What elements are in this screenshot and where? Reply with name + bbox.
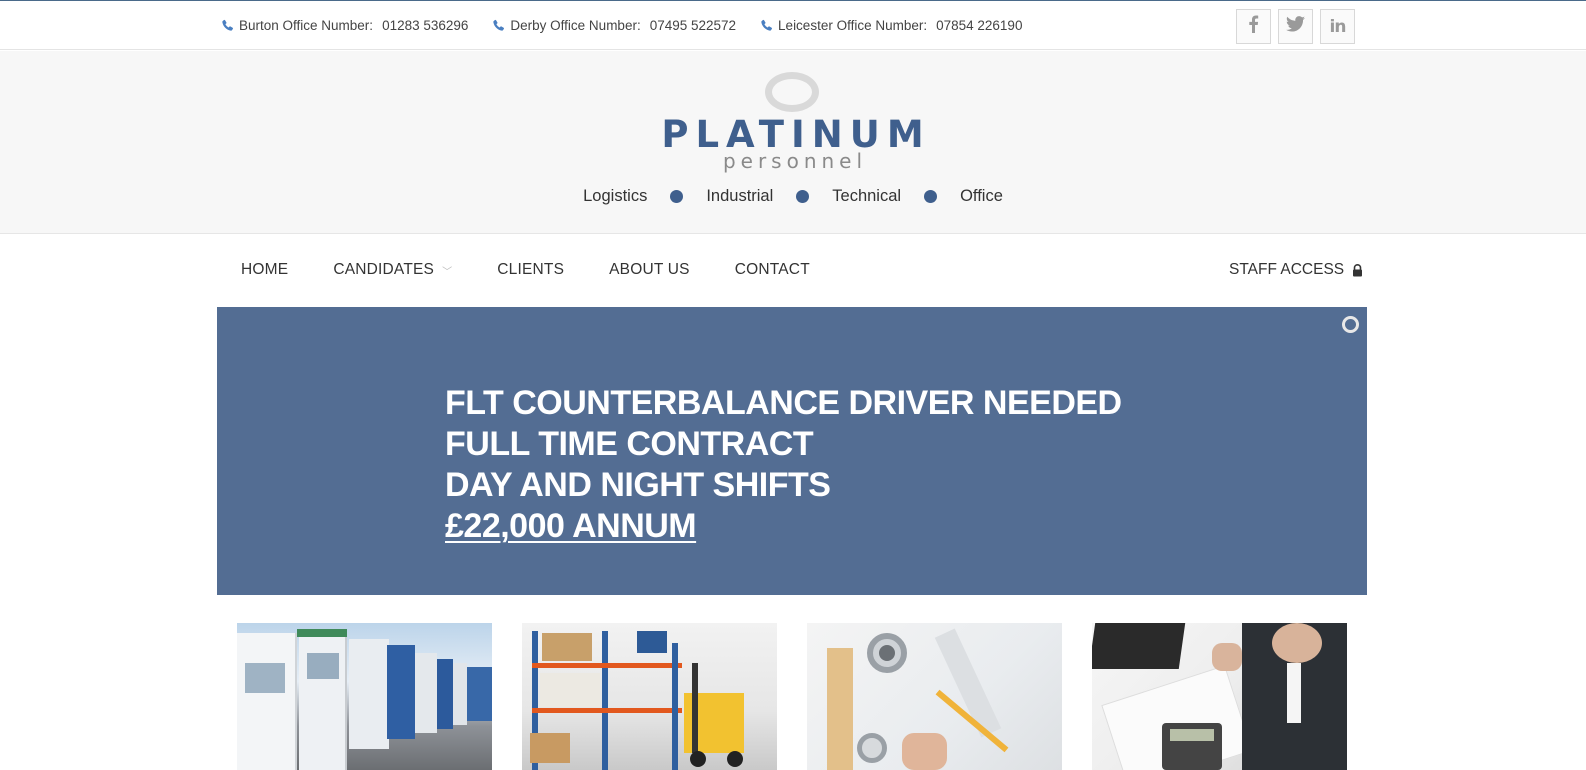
bullet-dot-icon	[796, 190, 810, 203]
phone-icon	[493, 19, 505, 31]
phone-leicester[interactable]: Leicester Office Number: 07854 226190	[760, 18, 1022, 33]
office-business-image[interactable]	[1092, 623, 1347, 770]
banner-text: FLT COUNTERBALANCE DRIVER NEEDED FULL TI…	[445, 383, 1122, 547]
phone-icon	[222, 19, 233, 31]
main-nav: HOME CANDIDATES ﹀ CLIENTS ABOUT US CONTAC…	[0, 235, 1586, 305]
phone-number: 07854 226190	[936, 18, 1023, 33]
hero-banner[interactable]: FLT COUNTERBALANCE DRIVER NEEDED FULL TI…	[217, 307, 1367, 595]
banner-line: FULL TIME CONTRACT	[445, 425, 814, 463]
loading-spinner-icon	[1342, 316, 1359, 333]
twitter-icon	[1286, 16, 1305, 37]
office-phone-list: Burton Office Number: 01283 536296 Derby…	[221, 18, 1022, 33]
nav-label: CANDIDATES	[333, 261, 435, 278]
sector-industrial: Industrial	[706, 187, 774, 205]
industrial-forklift-image[interactable]	[522, 623, 777, 770]
phone-number: 07495 522572	[649, 18, 737, 33]
social-links: in	[1236, 9, 1355, 44]
nav-contact[interactable]: CONTACT	[735, 261, 810, 279]
nav-label: ABOUT US	[609, 261, 690, 278]
technical-engineering-image[interactable]	[807, 623, 1062, 770]
sector-list: Logistics Industrial Technical Office	[0, 187, 1586, 206]
phone-icon	[761, 19, 773, 31]
chevron-down-icon: ﹀	[442, 266, 453, 278]
lock-icon	[1353, 263, 1363, 276]
staff-access-label: STAFF ACCESS	[1229, 261, 1345, 278]
linkedin-button[interactable]: in	[1320, 9, 1355, 44]
banner-salary-link[interactable]: £22,000 ANNUM	[445, 506, 1122, 547]
top-bar: Burton Office Number: 01283 536296 Derby…	[0, 0, 1586, 50]
nav-clients[interactable]: CLIENTS	[497, 261, 564, 279]
phone-label: Derby Office Number:	[510, 18, 641, 33]
facebook-button[interactable]	[1236, 9, 1271, 44]
linkedin-icon: in	[1329, 16, 1347, 37]
logo-ring-icon	[765, 72, 819, 112]
phone-label: Leicester Office Number:	[778, 18, 928, 33]
sector-technical: Technical	[832, 187, 902, 205]
nav-about-us[interactable]: ABOUT US	[609, 261, 690, 279]
nav-candidates[interactable]: CANDIDATES ﹀	[333, 261, 452, 279]
banner-line: FLT COUNTERBALANCE DRIVER NEEDED	[445, 384, 1122, 422]
logo-subtitle: personnel	[722, 149, 868, 173]
staff-access-link[interactable]: STAFF ACCESS	[1229, 261, 1363, 279]
sector-logistics: Logistics	[583, 187, 648, 205]
nav-label: HOME	[241, 261, 289, 278]
phone-derby[interactable]: Derby Office Number: 07495 522572	[492, 18, 736, 33]
bullet-dot-icon	[924, 190, 938, 203]
phone-number: 01283 536296	[382, 18, 469, 33]
site-header: PLATINUM personnel Logistics Industrial …	[0, 51, 1586, 234]
nav-label: CLIENTS	[497, 261, 565, 278]
phone-burton[interactable]: Burton Office Number: 01283 536296	[221, 18, 468, 33]
nav-label: CONTACT	[734, 261, 810, 278]
logistics-trucks-image[interactable]	[237, 623, 492, 770]
nav-home[interactable]: HOME	[241, 261, 288, 279]
sector-thumbnails	[237, 623, 1347, 770]
phone-label: Burton Office Number:	[239, 18, 374, 33]
bullet-dot-icon	[670, 190, 684, 203]
sector-office: Office	[960, 187, 1003, 205]
facebook-icon	[1248, 15, 1259, 38]
twitter-button[interactable]	[1278, 9, 1313, 44]
banner-line: DAY AND NIGHT SHIFTS	[445, 466, 831, 504]
